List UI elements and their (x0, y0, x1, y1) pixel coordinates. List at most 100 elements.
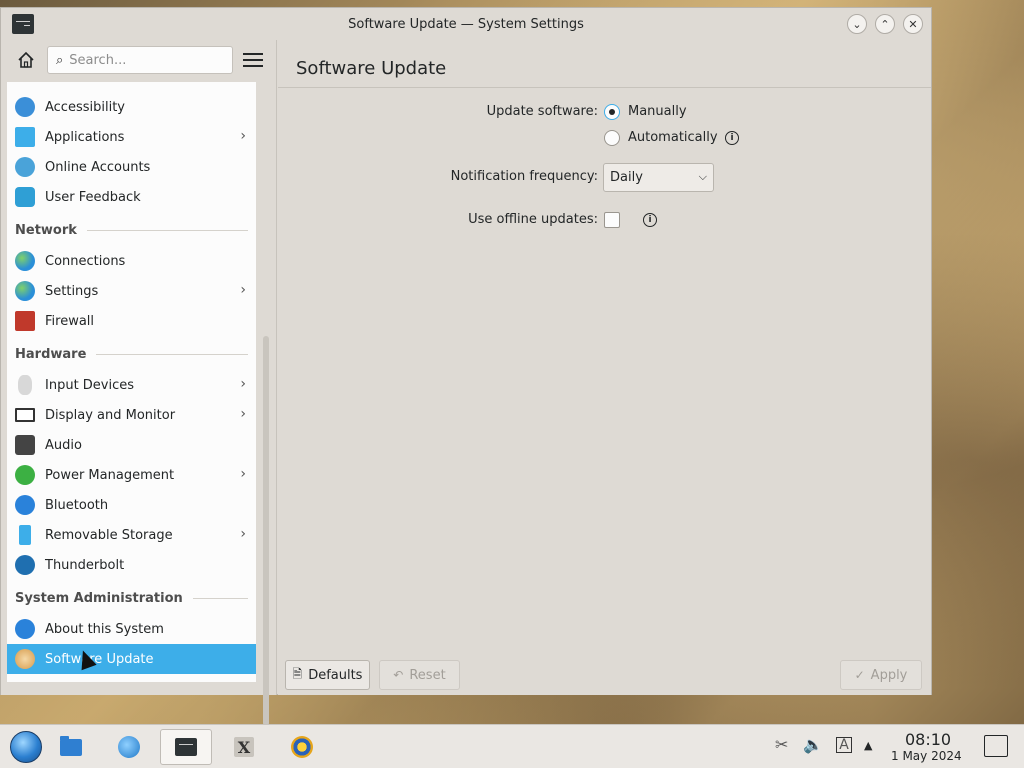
search-input[interactable] (69, 52, 220, 68)
offline-updates-label: Use offline updates: (468, 212, 598, 227)
sidebar-item-label: Connections (45, 253, 126, 269)
mouse-icon (18, 375, 32, 395)
accessibility-icon (15, 97, 35, 117)
taskbar-app-sun[interactable] (276, 729, 328, 765)
chevron-right-icon: › (240, 282, 246, 298)
sidebar-item-online-accounts[interactable]: Online Accounts (7, 152, 256, 182)
checkmark-icon: ✓ (854, 668, 865, 682)
sidebar-item-label: Display and Monitor (45, 407, 176, 423)
offline-updates-checkbox[interactable] (604, 212, 620, 228)
sidebar-item-removable-storage[interactable]: Removable Storage › (7, 520, 256, 550)
notification-frequency-value: Daily (610, 170, 643, 185)
applications-icon (15, 127, 35, 147)
home-button[interactable] (11, 45, 41, 75)
sidebar-item-label: Power Management (45, 467, 175, 483)
partially-hidden-item (7, 82, 256, 88)
sidebar-item-label: User Feedback (45, 189, 141, 205)
tray-expand-icon[interactable]: ▲ (864, 739, 872, 752)
apply-button-label: Apply (870, 667, 908, 683)
sidebar-item-input-devices[interactable]: Input Devices › (7, 370, 256, 400)
info-icon[interactable]: i (643, 213, 657, 227)
sidebar-item-user-feedback[interactable]: User Feedback (7, 182, 256, 212)
system-settings-app-icon[interactable] (12, 14, 34, 34)
bluetooth-icon (15, 495, 35, 515)
sidebar-item-accessibility[interactable]: Accessibility (7, 92, 256, 122)
sidebar-item-label: Audio (45, 437, 82, 453)
sidebar-item-label: About this System (45, 621, 164, 637)
close-button[interactable]: ✕ (903, 14, 923, 34)
sidebar-item-label: Removable Storage (45, 527, 173, 543)
reset-button[interactable]: ↶ Reset (379, 660, 460, 690)
update-software-label: Update software: (486, 104, 598, 119)
usb-drive-icon (19, 525, 31, 545)
clock-time[interactable]: 08:10 (905, 730, 951, 749)
speaker-icon (15, 435, 35, 455)
manually-option-label[interactable]: Manually (628, 104, 687, 119)
sidebar-item-audio[interactable]: Audio (7, 430, 256, 460)
sidebar-item-label: Online Accounts (45, 159, 151, 175)
power-icon (15, 465, 35, 485)
monitor-icon (15, 408, 35, 422)
sidebar-item-label: Bluetooth (45, 497, 109, 513)
title-bar[interactable]: Software Update — System Settings ⌄ ⌃ ✕ (1, 8, 931, 40)
info-icon (15, 619, 35, 639)
keyboard-layout-icon[interactable]: A (836, 737, 852, 753)
chevron-right-icon: › (240, 128, 246, 144)
undo-icon: ↶ (393, 668, 404, 682)
notification-frequency-label: Notification frequency: (450, 169, 598, 184)
defaults-button-label: Defaults (308, 667, 363, 683)
page-title: Software Update (296, 58, 447, 79)
sun-app-icon (291, 736, 313, 758)
section-divider (86, 229, 248, 231)
sidebar-item-bluetooth[interactable]: Bluetooth (7, 490, 256, 520)
home-icon (18, 51, 34, 68)
chevron-right-icon: › (240, 406, 246, 422)
taskbar-file-manager[interactable] (45, 729, 97, 765)
software-update-icon (15, 649, 35, 669)
taskbar-system-settings[interactable] (160, 729, 212, 765)
header-divider (278, 87, 931, 88)
scissors-icon[interactable]: ✂ (775, 735, 788, 754)
sidebar-item-label: Thunderbolt (45, 557, 125, 573)
sidebar-item-connections[interactable]: Connections (7, 246, 256, 276)
chevron-right-icon: › (240, 526, 246, 542)
defaults-button[interactable]: 🗎 Defaults (285, 660, 370, 690)
info-icon[interactable]: i (725, 131, 739, 145)
show-desktop-button[interactable] (984, 735, 1008, 757)
section-header-system-administration: System Administration (15, 586, 248, 610)
manually-radio[interactable] (604, 104, 620, 120)
sidebar-item-software-update[interactable]: Software Update (7, 644, 256, 674)
reset-button-label: Reset (409, 667, 446, 683)
section-title: Hardware (15, 346, 87, 362)
start-orb-icon (10, 731, 42, 763)
automatically-radio[interactable] (604, 130, 620, 146)
hamburger-line (243, 65, 263, 67)
search-field[interactable]: ⌕ (47, 46, 233, 74)
online-accounts-icon (15, 157, 35, 177)
notification-frequency-select[interactable]: Daily ⌵ (603, 163, 714, 192)
sidebar-item-firewall[interactable]: Firewall (7, 306, 256, 336)
hamburger-menu-button[interactable] (243, 53, 263, 67)
sidebar-item-network-settings[interactable]: Settings › (7, 276, 256, 306)
sidebar-item-power-management[interactable]: Power Management › (7, 460, 256, 490)
globe-icon (15, 251, 35, 271)
maximize-button[interactable]: ⌃ (875, 14, 895, 34)
sidebar-item-about-system[interactable]: About this System (7, 614, 256, 644)
firewall-icon (15, 311, 35, 331)
minimize-button[interactable]: ⌄ (847, 14, 867, 34)
sidebar-item-thunderbolt[interactable]: Thunderbolt (7, 550, 256, 580)
browser-icon (118, 736, 140, 758)
settings-category-list[interactable]: Accessibility Applications › Online Acco… (7, 82, 256, 682)
clock-date[interactable]: 1 May 2024 (891, 749, 962, 763)
sidebar-item-applications[interactable]: Applications › (7, 122, 256, 152)
taskbar-browser[interactable] (103, 729, 155, 765)
sidebar-item-display-monitor[interactable]: Display and Monitor › (7, 400, 256, 430)
section-divider (96, 353, 248, 355)
volume-icon[interactable]: 🔈 (803, 735, 823, 754)
section-divider (192, 597, 248, 599)
taskbar-x-app[interactable]: X (218, 729, 270, 765)
sidebar-scrollbar[interactable] (263, 336, 269, 726)
apply-button[interactable]: ✓ Apply (840, 660, 922, 690)
chevron-down-icon: ⌵ (698, 170, 707, 183)
automatically-option-label[interactable]: Automatically (628, 130, 718, 145)
